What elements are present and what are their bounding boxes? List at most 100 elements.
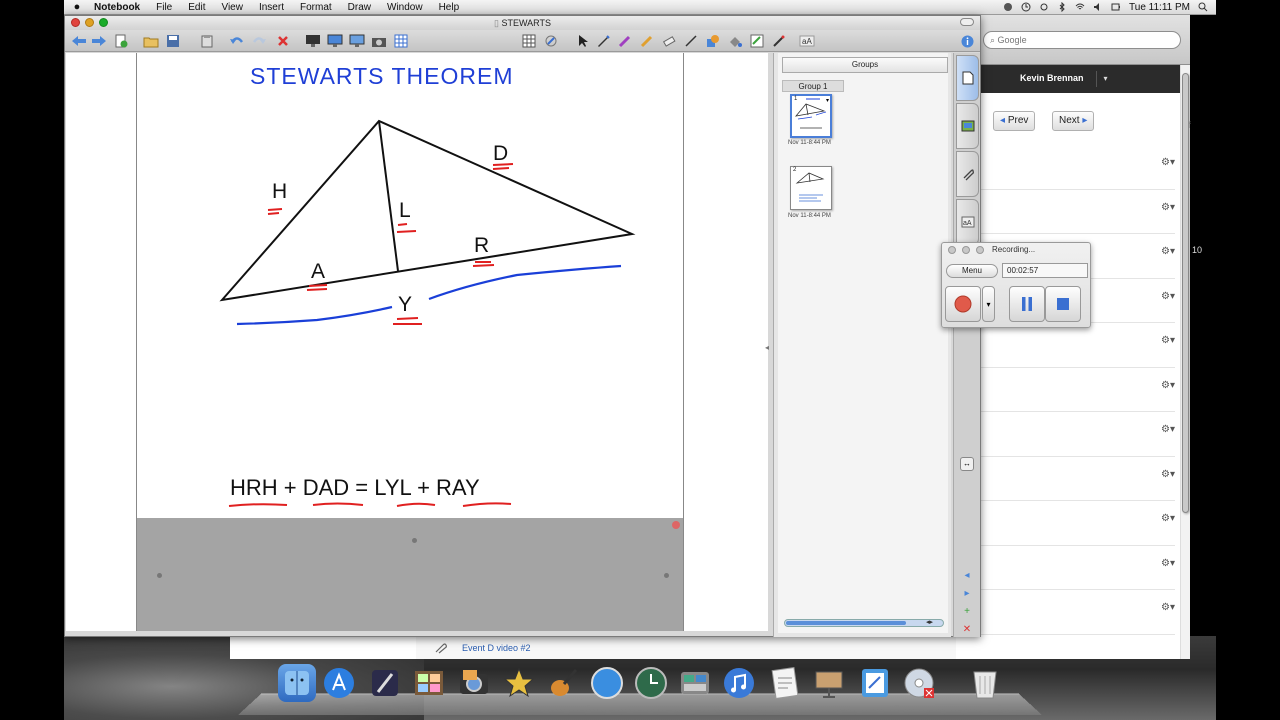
select-arrow-icon[interactable]	[575, 33, 591, 49]
search-input[interactable]: ⌕ Google	[983, 31, 1181, 49]
menu-app-name[interactable]: Notebook	[86, 0, 148, 15]
highlighter-icon[interactable]	[639, 33, 655, 49]
forward-arrow-icon[interactable]	[91, 33, 107, 49]
tab-page-sorter[interactable]	[956, 55, 979, 101]
dvd-player-icon[interactable]	[900, 664, 938, 702]
paste-icon[interactable]	[199, 33, 215, 49]
record-options-button[interactable]: ▾	[982, 286, 995, 322]
stamp-app-icon[interactable]	[366, 664, 404, 702]
gear-icon[interactable]: ⚙▾	[1161, 291, 1175, 302]
expand-panel-button[interactable]: ↔	[960, 457, 974, 471]
forward-arrow-icon[interactable]: ▸	[961, 589, 973, 599]
sorter-scroll-arrows-icon[interactable]: ◂▸	[926, 618, 933, 626]
shapes-icon[interactable]	[705, 33, 721, 49]
scrollbar-thumb[interactable]	[1182, 73, 1189, 513]
text-pen-icon[interactable]	[771, 33, 787, 49]
info-icon[interactable]	[959, 33, 975, 49]
page-thumbnail-1[interactable]: 1 ▾	[790, 94, 832, 138]
next-button[interactable]: Next ▸	[1052, 111, 1095, 131]
wifi-icon[interactable]	[1075, 2, 1085, 12]
creative-pen-icon[interactable]	[617, 33, 633, 49]
menu-window[interactable]: Window	[379, 0, 431, 15]
notebook-titlebar[interactable]: ▯ STEWARTS	[65, 16, 980, 30]
group-label[interactable]: Group 1	[782, 80, 844, 92]
screen-shade-icon[interactable]	[305, 33, 321, 49]
record-button[interactable]	[945, 286, 981, 322]
bluetooth-icon[interactable]	[1057, 2, 1067, 12]
imovie-icon[interactable]	[500, 664, 538, 702]
line-icon[interactable]	[683, 33, 699, 49]
thumbnail-menu-icon[interactable]: ▾	[826, 97, 829, 104]
gear-icon[interactable]: ⚙▾	[1161, 202, 1175, 213]
gear-icon[interactable]: ⚙▾	[1161, 335, 1175, 346]
itunes-icon[interactable]	[720, 664, 758, 702]
save-icon[interactable]	[165, 33, 181, 49]
menu-help[interactable]: Help	[431, 0, 468, 15]
recorder-titlebar[interactable]: Recording...	[942, 243, 1090, 257]
system-preferences-icon[interactable]	[676, 664, 714, 702]
recorder-zoom-button[interactable]	[976, 246, 984, 254]
notebook-page[interactable]: STEWARTS THEOREM H D L R A Y HRH + DAD =…	[136, 53, 684, 518]
safari-icon[interactable]	[588, 664, 626, 702]
volume-icon[interactable]	[1093, 2, 1103, 12]
full-screen-icon[interactable]	[327, 33, 343, 49]
gear-icon[interactable]: ⚙▾	[1161, 558, 1175, 569]
recording-status-icon[interactable]	[1003, 2, 1013, 12]
battery-icon[interactable]	[1111, 2, 1121, 12]
menu-format[interactable]: Format	[292, 0, 340, 15]
back-arrow-icon[interactable]	[71, 33, 87, 49]
redo-icon[interactable]	[251, 33, 267, 49]
camera-icon[interactable]	[371, 33, 387, 49]
script-editor-icon[interactable]	[766, 664, 804, 702]
notebook-app-icon[interactable]	[856, 664, 894, 702]
triangle-diagram[interactable]	[137, 53, 685, 518]
photo-booth-icon[interactable]	[410, 664, 448, 702]
gear-icon[interactable]: ⚙▾	[1161, 602, 1175, 613]
menu-insert[interactable]: Insert	[251, 0, 292, 15]
label-d[interactable]: D	[493, 142, 508, 166]
text-tool-icon[interactable]: aA	[799, 33, 815, 49]
label-h[interactable]: H	[272, 180, 287, 204]
fill-icon[interactable]	[727, 33, 743, 49]
label-r[interactable]: R	[474, 234, 489, 258]
tab-gallery[interactable]	[956, 103, 979, 149]
grid-icon[interactable]	[521, 33, 537, 49]
iphoto-icon[interactable]	[455, 664, 493, 702]
spotlight-icon[interactable]	[1198, 2, 1208, 12]
stop-button[interactable]	[1045, 286, 1081, 322]
label-a[interactable]: A	[311, 260, 325, 284]
groups-button[interactable]: Groups	[782, 57, 948, 73]
dual-display-icon[interactable]	[349, 33, 365, 49]
label-l[interactable]: L	[399, 199, 411, 223]
delete-icon[interactable]	[275, 33, 291, 49]
stewart-equation[interactable]: HRH + DAD = LYL + RAY	[230, 475, 480, 501]
add-page-icon[interactable]	[113, 33, 129, 49]
delete-page-icon[interactable]: ✕	[961, 625, 973, 635]
back-arrow-icon[interactable]: ◂	[961, 571, 973, 581]
toolbar-toggle-button[interactable]	[960, 18, 974, 26]
trash-icon[interactable]	[966, 664, 1004, 702]
gear-icon[interactable]: ⚙▾	[1161, 157, 1175, 168]
menu-draw[interactable]: Draw	[340, 0, 379, 15]
app-store-icon[interactable]	[320, 664, 358, 702]
prev-button[interactable]: ◂ Prev	[993, 111, 1036, 131]
page-thumbnail-2[interactable]: 2	[790, 166, 832, 210]
label-y[interactable]: Y	[398, 293, 412, 317]
garageband-icon[interactable]	[544, 664, 582, 702]
finder-icon[interactable]	[278, 664, 316, 702]
page-handle-dot[interactable]	[157, 573, 162, 578]
eraser-icon[interactable]	[661, 33, 677, 49]
magic-pen-icon[interactable]	[543, 33, 559, 49]
menu-edit[interactable]: Edit	[180, 0, 213, 15]
recorder-minimize-button[interactable]	[962, 246, 970, 254]
whiteboard-workspace[interactable]: STEWARTS THEOREM H D L R A Y HRH + DAD =…	[66, 53, 769, 631]
page-close-icon[interactable]	[672, 521, 680, 529]
gear-icon[interactable]: ⚙▾	[1161, 513, 1175, 524]
time-machine-icon[interactable]	[1021, 2, 1031, 12]
splitter-handle-icon[interactable]: ◂	[765, 343, 769, 352]
gear-icon[interactable]: ⚙▾	[1161, 380, 1175, 391]
keynote-icon[interactable]	[810, 664, 848, 702]
page-handle-dot[interactable]	[664, 573, 669, 578]
browser-scrollbar[interactable]	[1180, 65, 1190, 659]
sorter-scrollbar-thumb[interactable]	[786, 621, 906, 625]
